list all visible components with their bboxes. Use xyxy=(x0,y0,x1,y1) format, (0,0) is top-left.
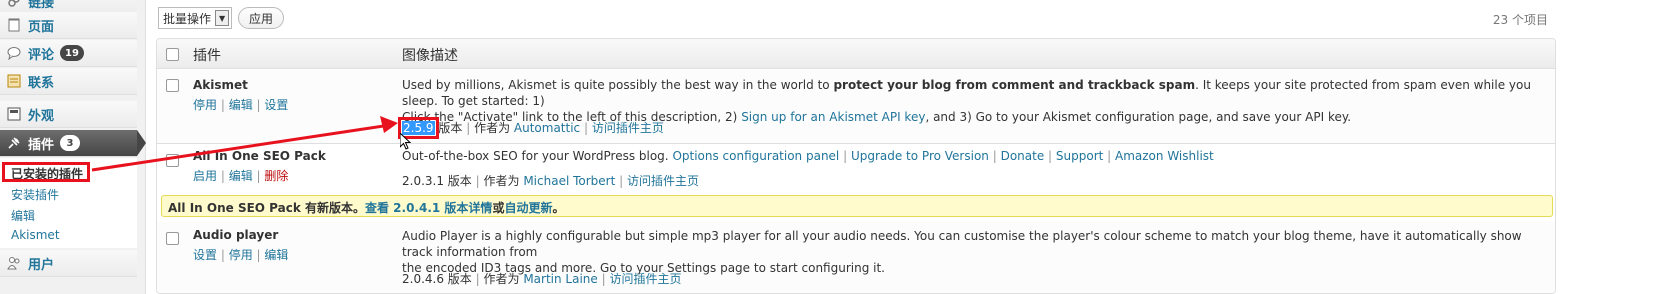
plugin-name: Audio player xyxy=(193,228,279,242)
sidebar-item-pages[interactable]: 页面 xyxy=(0,12,137,39)
column-header-plugin[interactable]: 插件 xyxy=(193,45,221,65)
author-link[interactable]: Automattic xyxy=(514,121,580,135)
appearance-icon xyxy=(6,106,22,122)
table-header: 插件 图像描述 xyxy=(157,39,1555,69)
support-link[interactable]: Support xyxy=(1056,149,1103,163)
activate-link[interactable]: 启用 xyxy=(193,169,217,183)
view-version-details-link[interactable]: 查看 2.0.4.1 版本详情 xyxy=(365,201,492,215)
sidebar-item-contact[interactable]: 联系 xyxy=(0,68,137,95)
page-icon xyxy=(6,17,22,33)
sidebar-item-users[interactable]: 用户 xyxy=(0,250,137,277)
plugin-meta: 2.5.9 版本 | 作者为 Automattic | 访问插件主页 xyxy=(398,117,664,139)
submenu-akismet[interactable]: Akismet xyxy=(11,228,60,242)
sidebar-item-label: 插件 xyxy=(28,137,55,153)
plugin-description: Out-of-the-box SEO for your WordPress bl… xyxy=(402,149,1214,163)
plugin-row-akismet: Akismet 停用 | 编辑 | 设置 Used by millions, A… xyxy=(157,70,1555,144)
update-text: 。 xyxy=(552,201,565,215)
author-link[interactable]: Martin Laine xyxy=(523,272,597,286)
plugins-table: 插件 图像描述 Akismet 停用 | 编辑 | 设置 Used by mil… xyxy=(156,38,1556,294)
sidebar-item-label: 页面 xyxy=(28,19,55,35)
mouse-cursor-icon xyxy=(400,133,412,150)
akismet-signup-link[interactable]: Sign up for an Akismet API key xyxy=(741,110,925,124)
sidebar-item-label: 链接 xyxy=(28,0,55,11)
row-checkbox[interactable] xyxy=(166,79,179,92)
plugin-row-audio-player: Audio player 设置 | 停用 | 编辑 Audio Player i… xyxy=(157,222,1555,293)
plugin-actions: 设置 | 停用 | 编辑 xyxy=(193,248,289,262)
plugin-meta: 2.0.4.6 版本 | 作者为 Martin Laine | 访问插件主页 xyxy=(402,272,682,286)
update-text: 或 xyxy=(492,201,505,215)
desc-text: , and 3) Go to your Akismet configuratio… xyxy=(925,110,1352,124)
plugin-homepage-link[interactable]: 访问插件主页 xyxy=(627,174,699,188)
desc-bold: protect your blog from comment and track… xyxy=(833,78,1196,92)
settings-link[interactable]: 设置 xyxy=(264,98,288,112)
amazon-wishlist-link[interactable]: Amazon Wishlist xyxy=(1115,149,1214,163)
sidebar-item-label: 用户 xyxy=(28,257,55,273)
version-text: 2.0.4.6 版本 xyxy=(402,272,472,286)
plugin-actions: 启用 | 编辑 | 删除 xyxy=(193,169,289,183)
sidebar-item-plugins[interactable]: 插件 3 xyxy=(0,130,146,157)
update-notice: All In One SEO Pack 有新版本。查看 2.0.4.1 版本详情… xyxy=(161,195,1553,217)
deactivate-link[interactable]: 停用 xyxy=(193,98,217,112)
author-prefix: 作者为 xyxy=(474,121,511,135)
author-link[interactable]: Michael Torbert xyxy=(523,174,615,188)
column-header-description[interactable]: 图像描述 xyxy=(402,45,458,65)
options-panel-link[interactable]: Options configuration panel xyxy=(672,149,839,163)
chevron-down-icon: ▼ xyxy=(215,10,230,26)
submenu-editor[interactable]: 编辑 xyxy=(11,207,35,224)
item-count: 23 个项目 xyxy=(1492,13,1548,27)
plugin-homepage-link[interactable]: 访问插件主页 xyxy=(609,272,681,286)
sidebar-item-label: 外观 xyxy=(28,108,55,124)
desc-text: Used by millions, Akismet is quite possi… xyxy=(402,78,834,92)
plugin-name: All In One SEO Pack xyxy=(193,149,326,163)
contact-icon xyxy=(6,73,22,89)
delete-link[interactable]: 删除 xyxy=(264,169,288,183)
annotation-box-installed-plugins xyxy=(2,162,90,182)
plugin-actions: 停用 | 编辑 | 设置 xyxy=(193,98,289,112)
deactivate-link[interactable]: 停用 xyxy=(229,248,253,262)
author-prefix: 作者为 xyxy=(483,272,520,286)
plugin-description: Used by millions, Akismet is quite possi… xyxy=(402,77,1547,125)
comment-count-badge: 19 xyxy=(60,45,84,61)
users-icon xyxy=(6,255,22,271)
apply-button[interactable]: 应用 xyxy=(238,7,285,29)
plugin-update-badge: 3 xyxy=(60,135,81,151)
select-all-checkbox[interactable] xyxy=(166,48,179,61)
plugin-homepage-link[interactable]: 访问插件主页 xyxy=(592,121,664,135)
comment-icon xyxy=(6,45,22,61)
plugin-icon xyxy=(6,135,22,151)
edit-link[interactable]: 编辑 xyxy=(264,248,288,262)
edit-link[interactable]: 编辑 xyxy=(229,169,253,183)
plugin-name: Akismet xyxy=(193,78,248,92)
row-checkbox[interactable] xyxy=(166,154,179,167)
link-icon xyxy=(6,0,22,9)
bulk-actions-toolbar: 批量操作 ▼ 应用 xyxy=(158,7,285,29)
desc-text: Audio Player is a highly configurable bu… xyxy=(402,229,1522,259)
desc-text: Out-of-the-box SEO for your WordPress bl… xyxy=(402,149,673,163)
sidebar-item-label: 评论 xyxy=(28,47,55,63)
bulk-actions-value: 批量操作 xyxy=(163,11,212,26)
sidebar-item-label: 联系 xyxy=(28,75,55,91)
author-prefix: 作者为 xyxy=(483,174,520,188)
donate-link[interactable]: Donate xyxy=(1001,149,1045,163)
upgrade-pro-link[interactable]: Upgrade to Pro Version xyxy=(851,149,989,163)
auto-update-link[interactable]: 自动更新 xyxy=(504,201,552,215)
admin-sidebar: 链接 页面 评论 19 联系 外观 插件 3 已安装的插件 安装插件 编辑 Ak… xyxy=(0,0,146,294)
plugin-description: Audio Player is a highly configurable bu… xyxy=(402,228,1547,276)
sidebar-item-comments[interactable]: 评论 19 xyxy=(0,40,137,67)
submenu-add-plugin[interactable]: 安装插件 xyxy=(11,186,59,203)
sidebar-item-appearance[interactable]: 外观 xyxy=(0,101,137,128)
bulk-actions-select[interactable]: 批量操作 ▼ xyxy=(158,7,233,29)
row-checkbox[interactable] xyxy=(166,232,179,245)
version-text: 2.0.3.1 版本 xyxy=(402,174,472,188)
update-text: All In One SEO Pack 有新版本。 xyxy=(168,201,365,215)
settings-link[interactable]: 设置 xyxy=(193,248,217,262)
plugin-meta: 2.0.3.1 版本 | 作者为 Michael Torbert | 访问插件主… xyxy=(402,174,699,188)
version-suffix: 版本 xyxy=(438,121,463,135)
edit-link[interactable]: 编辑 xyxy=(229,98,253,112)
